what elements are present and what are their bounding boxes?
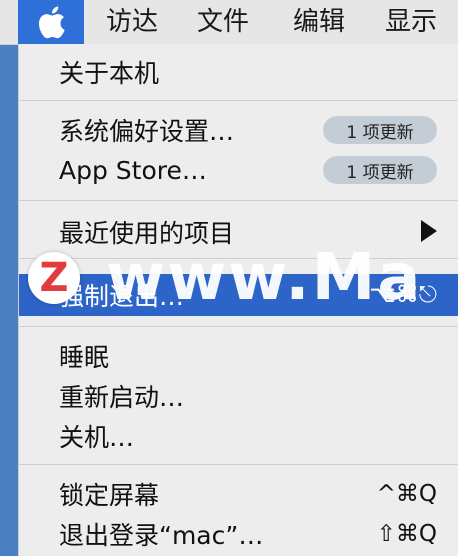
apple-menu-button[interactable]	[18, 0, 84, 44]
menu-item-label: 强制退出…	[59, 282, 185, 311]
submenu-arrow-icon	[421, 220, 437, 242]
menu-item-label: 锁定屏幕	[59, 481, 160, 510]
menu-item-about[interactable]: 关于本机	[19, 52, 458, 92]
menu-item-label: 退出登录“mac”…	[59, 521, 264, 550]
menu-item-sleep[interactable]: 睡眠	[19, 336, 458, 376]
menu-item-app-store[interactable]: App Store… 1 项更新	[19, 150, 458, 190]
menu-bar: 访达 文件 编辑 显示	[0, 0, 458, 45]
update-badge: 1 项更新	[323, 156, 437, 184]
menu-item-label: 睡眠	[59, 343, 110, 372]
shortcut-label: ^⌘Q	[376, 481, 437, 507]
menubar-item-file[interactable]: 文件	[197, 0, 249, 44]
menu-item-recent-items[interactable]: 最近使用的项目	[19, 212, 458, 252]
menu-item-restart[interactable]: 重新启动…	[19, 376, 458, 416]
menu-separator	[19, 200, 458, 201]
menu-separator	[19, 326, 458, 327]
menu-item-shutdown[interactable]: 关机…	[19, 416, 458, 456]
menu-separator	[19, 258, 458, 259]
menu-separator	[19, 464, 458, 465]
apple-icon	[38, 6, 65, 39]
menu-item-label: 重新启动…	[59, 383, 185, 412]
menu-item-log-out[interactable]: 退出登录“mac”… ⇧⌘Q	[19, 514, 458, 554]
menu-item-label: 最近使用的项目	[59, 219, 235, 248]
menu-separator	[19, 100, 458, 101]
menubar-item-edit[interactable]: 编辑	[293, 0, 345, 44]
menu-item-lock-screen[interactable]: 锁定屏幕 ^⌘Q	[19, 474, 458, 514]
apple-dropdown-menu: 关于本机 系统偏好设置… 1 项更新 App Store… 1 项更新 最近使用…	[18, 44, 458, 556]
menu-item-label: App Store…	[59, 155, 207, 185]
menu-item-label: 关于本机	[59, 59, 160, 88]
menu-item-force-quit-content: 强制退出… ⌥⌘⎋	[19, 275, 458, 315]
menubar-item-view[interactable]: 显示	[385, 0, 437, 44]
menubar-item-finder[interactable]: 访达	[106, 0, 158, 44]
update-badge: 1 项更新	[323, 116, 437, 144]
menu-item-system-preferences[interactable]: 系统偏好设置… 1 项更新	[19, 110, 458, 150]
menu-item-label: 关机…	[59, 423, 135, 452]
menu-item-label: 系统偏好设置…	[59, 117, 235, 146]
shortcut-label: ⌥⌘⎋	[369, 282, 437, 308]
shortcut-label: ⇧⌘Q	[376, 521, 437, 547]
